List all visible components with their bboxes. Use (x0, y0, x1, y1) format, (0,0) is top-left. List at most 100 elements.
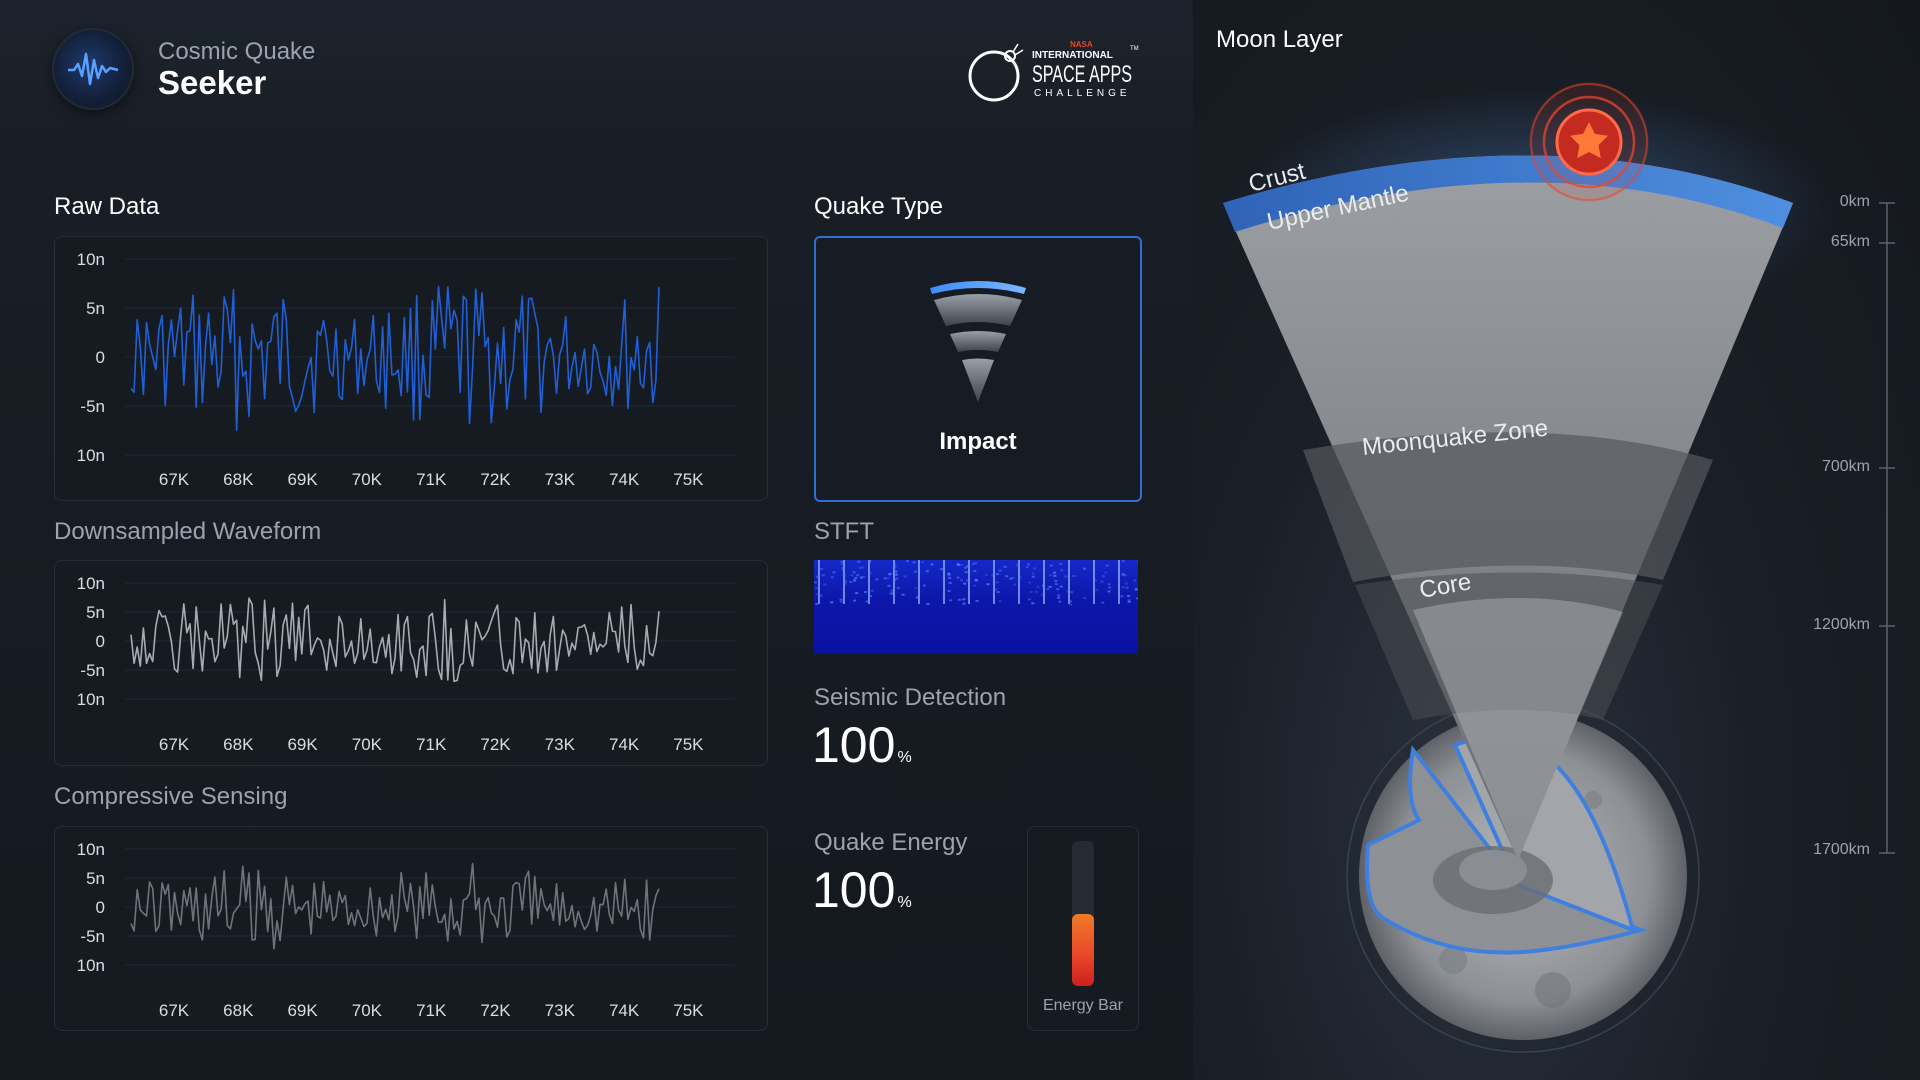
stft-speck (888, 573, 892, 576)
x-tick-label: 74K (609, 735, 640, 754)
waveform-icon (68, 52, 119, 86)
tm-text: TM (1130, 46, 1139, 52)
stft-speck (1124, 582, 1128, 585)
stft-speck (973, 570, 977, 573)
stft-column (993, 560, 995, 604)
stft-speck (947, 590, 951, 592)
energy-bar-track (1072, 841, 1094, 986)
app-title: Seeker (158, 64, 267, 101)
x-tick-label: 75K (673, 735, 704, 754)
stft-speck (896, 587, 900, 590)
waveform-line (130, 597, 660, 683)
challenge-text: CHALLENGE (1034, 88, 1131, 99)
x-tick-label: 72K (480, 1001, 511, 1020)
x-tick-label: 75K (673, 1001, 704, 1020)
stft-speck (1058, 600, 1062, 603)
stft-speck (832, 571, 836, 574)
stft-plot (814, 560, 1138, 606)
stft-speck (1121, 560, 1125, 563)
stft-speck (903, 575, 907, 578)
y-tick-label: 0 (96, 898, 105, 917)
stft-speck (819, 594, 823, 597)
seismic-detection-title: Seismic Detection (814, 684, 1007, 711)
x-tick-label: 67K (159, 1001, 190, 1020)
x-tick-label: 67K (159, 735, 190, 754)
stft-speck (1127, 599, 1131, 602)
stft-speck (948, 576, 952, 579)
stft-speck (1054, 583, 1058, 586)
stft-speck (995, 581, 999, 584)
stft-speck (996, 591, 1000, 594)
stft-speck (868, 560, 872, 563)
stft-title: STFT (814, 518, 874, 545)
stft-speck (995, 573, 999, 575)
stft-speck (1108, 586, 1112, 589)
stft-speck (1048, 585, 1052, 588)
x-tick-label: 67K (159, 470, 190, 489)
stft-speck (972, 584, 976, 587)
stft-speck (956, 563, 960, 566)
quake-type-title: Quake Type (814, 193, 943, 220)
stft-speck (942, 597, 946, 599)
x-tick-label: 74K (609, 1001, 640, 1020)
space-apps-logo: NASA INTERNATIONAL TM SPACE APPS CHALLEN… (968, 40, 1139, 102)
quake-energy-value: 100% (812, 861, 912, 919)
stft-speck (857, 560, 861, 563)
stft-speck (868, 572, 872, 575)
x-tick-label: 70K (352, 1001, 383, 1020)
stft-speck (814, 581, 817, 584)
stft-speck (892, 567, 896, 570)
impact-cone-icon (930, 281, 1026, 402)
stft-speck (886, 577, 890, 580)
stft-speck (841, 569, 845, 572)
stft-speck (815, 587, 819, 590)
downsampled-chart: 10n 5n 0 -5n 10n 67K 68K 69K 70K 71K 72K 73K 74K 75K (54, 560, 768, 766)
energy-bar-label: Energy Bar (1042, 997, 1124, 1014)
stft-speck (1027, 563, 1030, 566)
stft-speck (893, 562, 896, 565)
stft-speck (895, 577, 899, 580)
stft-column (1018, 560, 1020, 604)
quake-energy-title: Quake Energy (814, 829, 968, 856)
x-tick-label: 68K (223, 1001, 254, 1020)
stft-speck (849, 581, 853, 583)
depth-1200km: 1200km (1813, 616, 1870, 633)
stft-speck (843, 579, 847, 582)
quake-type-label: Impact (939, 428, 1017, 455)
raw-data-chart: 10n 5n 0 -5n 10n 67K 68K 69K 70K 71K 72K 73K 74K 75K (54, 236, 768, 501)
stft-speck (1027, 598, 1031, 601)
nasa-text: NASA (1070, 40, 1093, 49)
stft-speck (840, 560, 844, 563)
stft-speck (1069, 600, 1073, 603)
stft-speck (925, 570, 929, 573)
stft-speck (830, 576, 834, 579)
seismic-value-text: 100 (812, 717, 896, 773)
stft-speck (815, 603, 819, 606)
stft-speck (912, 561, 916, 564)
stft-speck (914, 570, 918, 573)
stft-speck (921, 561, 925, 564)
x-tick-label: 74K (609, 470, 640, 489)
stft-speck (1028, 581, 1032, 584)
stft-speck (1018, 576, 1022, 579)
y-tick-label: 10n (77, 956, 105, 975)
compressive-title: Compressive Sensing (54, 783, 288, 810)
stft-speck (816, 593, 820, 596)
stft-speck (914, 587, 918, 590)
stft-speck (1125, 586, 1129, 589)
stft-speck (890, 589, 894, 592)
stft-speck (959, 564, 963, 566)
space-apps-text: SPACE APPS (1032, 61, 1132, 88)
stft-speck (949, 599, 953, 602)
y-tick-label: 5n (86, 299, 105, 318)
stft-speck (1016, 563, 1020, 566)
stft-speck (1042, 584, 1045, 587)
stft-speck (860, 566, 864, 569)
stft-speck (893, 565, 897, 568)
compressive-plot: 10n 5n 0 -5n 10n 67K 68K 69K 70K 71K 72K 73K 74K 75K (77, 840, 735, 1020)
stft-speck (906, 560, 909, 562)
quake-type-card[interactable]: Impact (814, 236, 1142, 502)
stft-speck (1052, 571, 1056, 574)
y-tick-label: 10n (77, 840, 105, 859)
energy-bar-panel: Energy Bar (1027, 826, 1139, 1031)
